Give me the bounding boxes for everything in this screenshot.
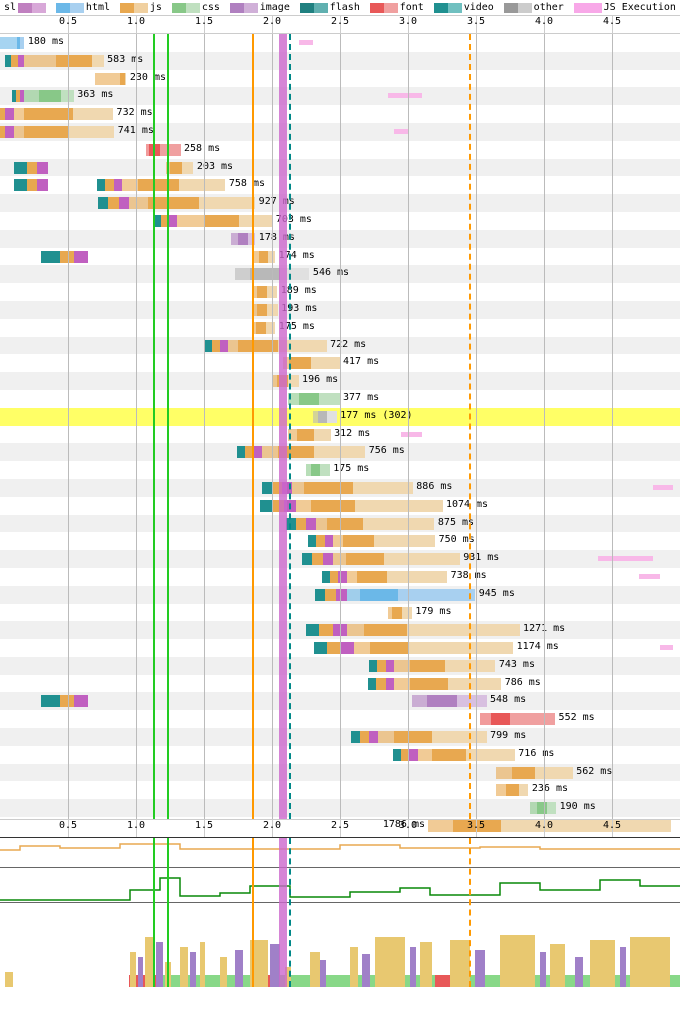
js-execution-marker bbox=[639, 574, 659, 579]
request-bar[interactable] bbox=[288, 393, 339, 405]
request-bar[interactable] bbox=[296, 500, 442, 512]
duration-label: 203 ms bbox=[197, 161, 233, 172]
duration-label: 177 ms (302) bbox=[340, 410, 412, 421]
js-execution-marker bbox=[401, 432, 421, 437]
duration-label: 417 ms bbox=[343, 356, 379, 367]
duration-label: 258 ms bbox=[184, 143, 220, 154]
request-bar[interactable] bbox=[24, 55, 103, 67]
request-bar[interactable] bbox=[394, 660, 495, 672]
request-bar[interactable] bbox=[496, 767, 572, 779]
request-bar[interactable] bbox=[347, 589, 476, 601]
request-bar[interactable] bbox=[333, 553, 460, 565]
legend-font: font bbox=[370, 2, 424, 13]
duration-label: 1174 ms bbox=[517, 641, 559, 652]
duration-label: 552 ms bbox=[559, 712, 595, 723]
request-bar[interactable] bbox=[95, 73, 126, 85]
js-execution-marker bbox=[299, 40, 313, 45]
request-bar[interactable] bbox=[14, 108, 114, 120]
duration-label: 945 ms bbox=[479, 588, 515, 599]
request-bar[interactable] bbox=[122, 179, 225, 191]
legend-video: video bbox=[434, 2, 494, 13]
duration-label: 546 ms bbox=[313, 267, 349, 278]
request-bar[interactable] bbox=[354, 642, 514, 654]
cpu-line-chart bbox=[0, 868, 680, 903]
duration-label: 179 ms bbox=[415, 606, 451, 617]
js-execution-marker bbox=[660, 645, 674, 650]
request-bar[interactable] bbox=[0, 37, 24, 49]
request-bar[interactable] bbox=[306, 464, 330, 476]
duration-label: 583 ms bbox=[107, 54, 143, 65]
legend-sl: sl bbox=[4, 2, 46, 13]
request-bar[interactable] bbox=[146, 144, 181, 156]
axis-bottom: 0.51.01.52.02.53.03.54.04.5 bbox=[0, 819, 680, 837]
duration-label: 722 ms bbox=[330, 339, 366, 350]
request-bar[interactable] bbox=[166, 162, 194, 174]
js-execution-marker bbox=[388, 93, 422, 98]
duration-label: 756 ms bbox=[369, 445, 405, 456]
request-bar[interactable] bbox=[252, 304, 278, 316]
request-bar[interactable] bbox=[177, 215, 273, 227]
duration-label: 548 ms bbox=[490, 694, 526, 705]
duration-label: 363 ms bbox=[77, 89, 113, 100]
duration-label: 716 ms bbox=[518, 748, 554, 759]
request-bar[interactable] bbox=[24, 90, 73, 102]
request-bar[interactable] bbox=[347, 571, 447, 583]
request-bar[interactable] bbox=[347, 624, 520, 636]
cpu-utilization-chart bbox=[0, 932, 680, 987]
footer-charts bbox=[0, 837, 680, 987]
request-bar[interactable] bbox=[313, 411, 337, 423]
legend-html: html bbox=[56, 2, 110, 13]
duration-label: 562 ms bbox=[576, 766, 612, 777]
legend: slhtmljscss image flash font video other JS Ex… bbox=[0, 0, 680, 16]
request-bar[interactable] bbox=[14, 126, 115, 138]
js-execution-marker bbox=[653, 485, 673, 490]
request-bar[interactable] bbox=[283, 357, 340, 369]
request-bar[interactable] bbox=[228, 340, 326, 352]
duration-label: 196 ms bbox=[302, 374, 338, 385]
legend-flash: flash bbox=[300, 2, 360, 13]
duration-label: 786 ms bbox=[505, 677, 541, 688]
request-bar[interactable] bbox=[292, 482, 412, 494]
legend-other: other bbox=[504, 2, 564, 13]
duration-label: 236 ms bbox=[532, 783, 568, 794]
duration-label: 1074 ms bbox=[446, 499, 488, 510]
duration-label: 180 ms bbox=[28, 36, 64, 47]
request-bar[interactable] bbox=[288, 429, 330, 441]
duration-label: 175 ms bbox=[333, 463, 369, 474]
duration-label: 743 ms bbox=[499, 659, 535, 670]
duration-label: 732 ms bbox=[117, 107, 153, 118]
duration-label: 377 ms bbox=[343, 392, 379, 403]
bandwidth-chart bbox=[0, 838, 680, 868]
js-execution-marker bbox=[598, 556, 652, 561]
request-bar[interactable] bbox=[316, 518, 435, 530]
js-execution-marker bbox=[394, 129, 408, 134]
duration-label: 886 ms bbox=[416, 481, 452, 492]
legend-image: image bbox=[230, 2, 290, 13]
waterfall-chart: 180 ms583 ms230 ms363 ms732 ms741 ms258 … bbox=[0, 34, 680, 819]
request-bar[interactable] bbox=[252, 286, 278, 298]
request-bar[interactable] bbox=[129, 197, 255, 209]
legend-JS Execution: JS Execution bbox=[574, 2, 676, 13]
duration-label: 190 ms bbox=[560, 801, 596, 812]
request-bar[interactable] bbox=[418, 749, 515, 761]
request-bar[interactable] bbox=[496, 784, 528, 796]
duration-label: 799 ms bbox=[490, 730, 526, 741]
request-bar[interactable] bbox=[394, 678, 501, 690]
duration-label: 758 ms bbox=[229, 178, 265, 189]
axis-top: 0.51.01.52.02.53.03.54.04.5 bbox=[0, 16, 680, 34]
request-bar[interactable] bbox=[333, 535, 435, 547]
legend-css: css bbox=[172, 2, 220, 13]
legend-js: js bbox=[120, 2, 162, 13]
